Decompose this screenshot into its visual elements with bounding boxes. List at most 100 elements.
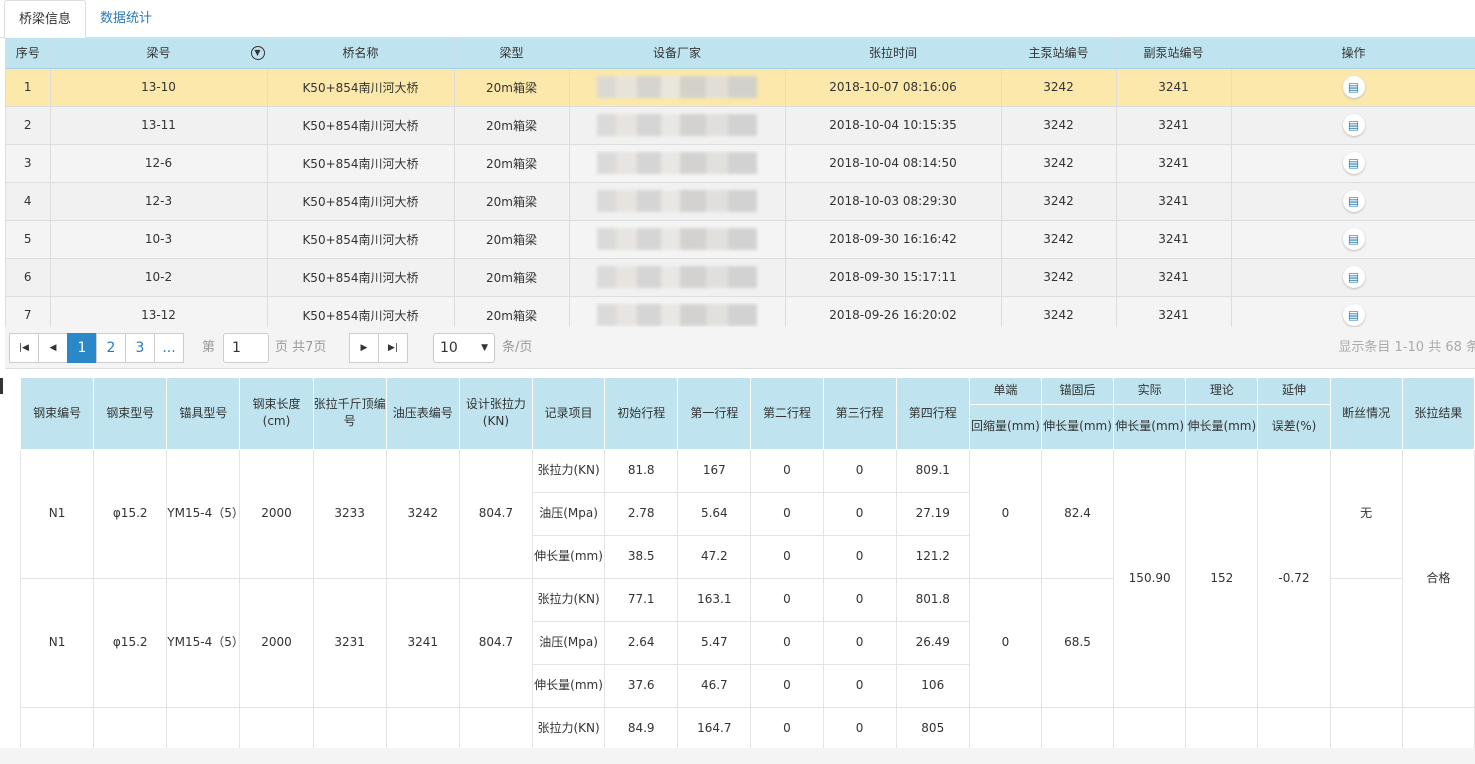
cell-stroke-4: 27.19 (895, 491, 970, 536)
cell-no: 1 (6, 68, 51, 107)
cell-stroke-3: 0 (822, 534, 897, 579)
cell-stroke-4: 121.2 (895, 534, 970, 579)
cell-record-item: 油压(Mpa) (531, 491, 606, 536)
cell-retract: 0 (968, 448, 1042, 579)
table-row[interactable]: 4 12-3 K50+854南川河大桥 20m箱梁 2018-10-03 08:… (6, 182, 1475, 221)
cell-initial-stroke: 84.9 (604, 706, 679, 748)
cell-bridge: K50+854南川河大桥 (267, 106, 455, 145)
next-page-button[interactable]: ▶ (349, 333, 379, 363)
page-size-select[interactable]: 10 ▼ (433, 333, 495, 363)
tension-detail-grid: 钢束编号 钢束型号 锚具型号 钢束长度(cm) 张拉千斤顶编号 油压表编号 设计… (20, 378, 1475, 748)
table-row[interactable]: 1 13-10 K50+854南川河大桥 20m箱梁 2018-10-07 08… (6, 68, 1475, 107)
cell-empty (239, 706, 314, 748)
prev-page-button[interactable]: ◀ (38, 333, 68, 363)
cell-beam: 13-11 (50, 106, 268, 145)
h-tendon-length: 钢束长度(cm) (239, 378, 314, 450)
document-icon[interactable]: ▤ (1342, 228, 1365, 250)
cell-main-station: 3242 (1001, 220, 1117, 259)
cell-empty (1113, 706, 1187, 748)
cell-operation: ▤ (1231, 296, 1475, 327)
cell-bridge: K50+854南川河大桥 (267, 144, 455, 183)
h-jack-no: 张拉千斤顶编号 (312, 378, 387, 450)
cell-broken: 无 (1329, 448, 1403, 579)
h-stroke-1: 第一行程 (677, 378, 752, 450)
cell-type: 20m箱梁 (454, 106, 570, 145)
tension-detail-table: 钢束编号 钢束型号 锚具型号 钢束长度(cm) 张拉千斤顶编号 油压表编号 设计… (20, 378, 1475, 748)
document-icon[interactable]: ▤ (1342, 304, 1365, 326)
cell-anchor-type: YM15-4（5） (166, 448, 244, 579)
page-3-button[interactable]: 3 (125, 333, 155, 363)
document-icon[interactable]: ▤ (1342, 114, 1365, 136)
cell-stroke-4: 106 (895, 663, 970, 708)
cell-stroke-1: 5.47 (677, 620, 752, 665)
tab-bar: 桥梁信息 数据统计 (0, 0, 1475, 39)
h-single-top: 单端 (968, 378, 1042, 405)
pagination-bar: |◀ ◀ 1 2 3 ... 第 1 页 共7页 ▶ ▶| 10 ▼ 条/页 显示… (5, 327, 1475, 369)
page-ellipsis-button[interactable]: ... (154, 333, 184, 363)
h-theory-bottom: 伸长量(mm) (1185, 404, 1259, 450)
h-gauge-no: 油压表编号 (385, 378, 460, 450)
cell-beam: 13-10 (50, 68, 268, 107)
cell-initial-stroke: 2.78 (604, 491, 679, 536)
cell-type: 20m箱梁 (454, 258, 570, 297)
cell-main-station: 3242 (1001, 144, 1117, 183)
cell-stroke-4: 26.49 (895, 620, 970, 665)
col-header-beam: 梁号 ▼ (50, 38, 268, 69)
cell-stroke-2: 0 (750, 706, 824, 748)
page-number-input[interactable]: 1 (223, 333, 269, 363)
table-row[interactable]: 2 13-11 K50+854南川河大桥 20m箱梁 2018-10-04 10… (6, 106, 1475, 145)
cell-bridge: K50+854南川河大桥 (267, 296, 455, 327)
h-tendon-type: 钢束型号 (93, 378, 168, 450)
first-page-button[interactable]: |◀ (9, 333, 39, 363)
h-record-item: 记录项目 (531, 378, 606, 450)
cell-beam: 10-2 (50, 258, 268, 297)
document-icon[interactable]: ▤ (1342, 266, 1365, 288)
redacted-vendor (597, 228, 757, 250)
h-initial-stroke: 初始行程 (604, 378, 679, 450)
page-total-text: 页 共7页 (275, 340, 327, 355)
table-row[interactable]: 7 13-12 K50+854南川河大桥 20m箱梁 2018-09-26 16… (6, 296, 1475, 327)
document-icon[interactable]: ▤ (1342, 190, 1365, 212)
cell-sub-station: 3241 (1116, 68, 1232, 107)
cell-no: 4 (6, 182, 51, 221)
cell-anchored-ext: 68.5 (1040, 577, 1115, 708)
cell-record-item: 伸长量(mm) (531, 534, 606, 579)
table-row[interactable]: 3 12-6 K50+854南川河大桥 20m箱梁 2018-10-04 08:… (6, 144, 1475, 183)
cell-no: 7 (6, 296, 51, 327)
cell-empty (1040, 706, 1115, 748)
h-theory-top: 理论 (1185, 378, 1259, 405)
table-row[interactable]: 5 10-3 K50+854南川河大桥 20m箱梁 2018-09-30 16:… (6, 220, 1475, 259)
cell-empty (312, 706, 387, 748)
col-header-bridge: 桥名称 (267, 38, 455, 69)
cell-main-station: 3242 (1001, 258, 1117, 297)
cell-sub-station: 3241 (1116, 182, 1232, 221)
cell-jack-no: 3233 (312, 448, 387, 579)
cell-sub-station: 3241 (1116, 220, 1232, 259)
cell-ext-error: -0.72 (1257, 448, 1331, 708)
page-1-button[interactable]: 1 (67, 333, 97, 363)
cell-time: 2018-10-07 08:16:06 (785, 68, 1002, 107)
redacted-vendor (597, 152, 757, 174)
filter-icon[interactable]: ▼ (250, 46, 265, 60)
tab-statistics[interactable]: 数据统计 (86, 0, 166, 38)
page-prefix: 第 (202, 340, 216, 355)
cell-stroke-3: 0 (822, 663, 897, 708)
cell-stroke-4: 801.8 (895, 577, 970, 622)
last-page-button[interactable]: ▶| (378, 333, 408, 363)
redacted-vendor (597, 76, 757, 98)
cell-theory-ext: 152 (1185, 448, 1259, 708)
bridge-table: 序号 梁号 ▼ 桥名称 梁型 设备厂家 张拉时间 主泵站编号 副泵站编号 操作 1… (6, 38, 1475, 327)
cell-type: 20m箱梁 (454, 182, 570, 221)
h-stroke-3: 第三行程 (822, 378, 897, 450)
document-icon[interactable]: ▤ (1342, 76, 1365, 98)
cell-main-station: 3242 (1001, 296, 1117, 327)
cell-empty (1329, 706, 1403, 748)
tab-bridge-info[interactable]: 桥梁信息 (4, 0, 87, 39)
col-header-no: 序号 (6, 38, 51, 69)
table-row[interactable]: 6 10-2 K50+854南川河大桥 20m箱梁 2018-09-30 15:… (6, 258, 1475, 297)
document-icon[interactable]: ▤ (1342, 152, 1365, 174)
page-2-button[interactable]: 2 (96, 333, 126, 363)
cell-tendon-length: 2000 (239, 448, 314, 579)
cell-no: 3 (6, 144, 51, 183)
cell-tendon-no: N1 (20, 448, 95, 579)
